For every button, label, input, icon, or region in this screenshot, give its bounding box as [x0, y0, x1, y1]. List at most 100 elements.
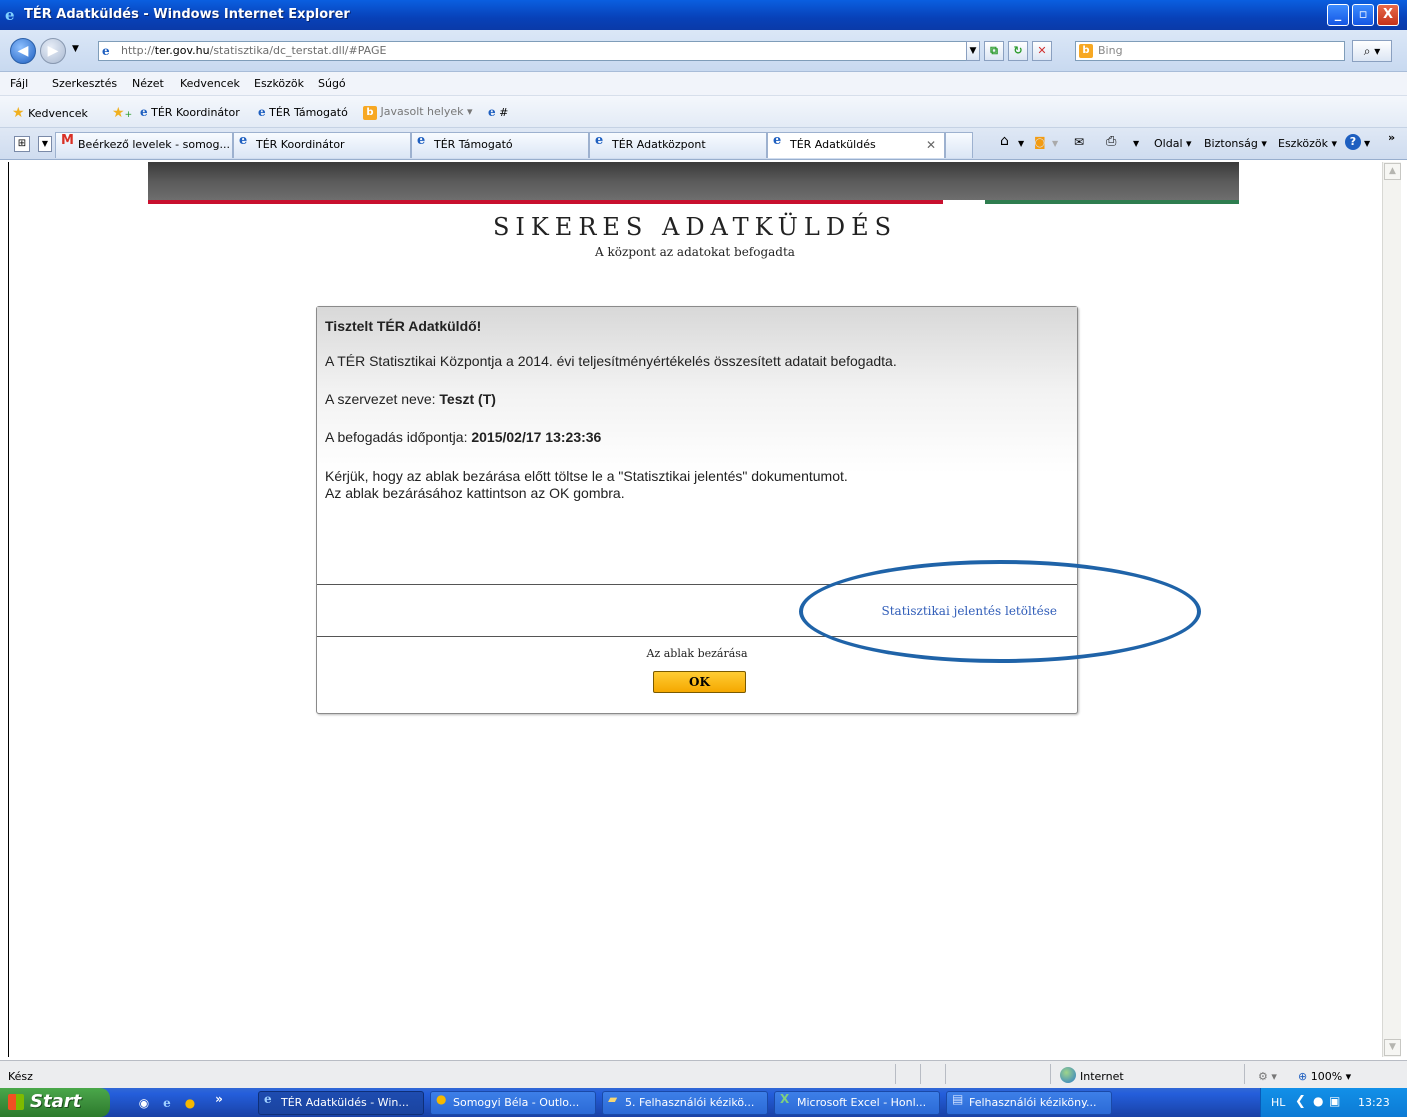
more-tools-chevron-icon[interactable]: »	[1388, 131, 1395, 144]
task-folder[interactable]: ▰ 5. Felhasználói kézikö...	[602, 1091, 768, 1115]
fav-hash[interactable]: e #	[488, 105, 508, 119]
search-button[interactable]: ⌕ ▾	[1352, 40, 1392, 62]
scroll-up-icon[interactable]: ▲	[1384, 163, 1401, 180]
fav-ter-koordinator[interactable]: e TÉR Koordinátor	[140, 105, 240, 119]
ie-page-icon: e	[488, 105, 496, 119]
chrome-icon: ●	[436, 1092, 447, 1106]
recent-pages-dropdown-icon[interactable]: ▼	[72, 44, 79, 54]
menu-tools[interactable]: Eszközök	[254, 77, 304, 90]
back-button[interactable]: ◀	[10, 38, 36, 64]
ie-logo-icon: e	[5, 6, 15, 24]
ie-icon: e	[264, 1092, 272, 1106]
org-label: A szervezet neve:	[325, 391, 440, 407]
maximize-button[interactable]: ▫	[1352, 4, 1374, 26]
feeds-icon[interactable]: ◙	[1034, 135, 1046, 149]
tray-arrow-icon[interactable]: ❮	[1295, 1094, 1306, 1109]
page-menu[interactable]: Oldal ▾	[1154, 137, 1192, 150]
divider	[1050, 1064, 1051, 1084]
quicklaunch-chrome-icon[interactable]: ●	[181, 1094, 199, 1112]
address-toolbar: ◀ ▶ ▼ e http://ter.gov.hu/statisztika/dc…	[0, 30, 1407, 72]
tray-display-icon[interactable]: ▣	[1329, 1094, 1340, 1108]
page-title: SIKERES ADATKÜLDÉS	[492, 213, 898, 241]
fav-suggested-sites[interactable]: b Javasolt helyek ▾	[363, 105, 473, 120]
windows-taskbar: Start ◉ e ● » e TÉR Adatküldés - Win... ●…	[0, 1088, 1407, 1117]
task-outlook[interactable]: ● Somogyi Béla - Outlo...	[430, 1091, 596, 1115]
print-dropdown-icon[interactable]: ▼	[1133, 139, 1139, 148]
address-bar[interactable]: e http://ter.gov.hu/statisztika/dc_terst…	[98, 41, 968, 61]
divider	[895, 1064, 896, 1084]
read-mail-icon[interactable]: ✉	[1074, 135, 1084, 149]
url-path: /statisztika/dc_terstat.dll/#PAGE	[209, 44, 387, 57]
clock: 13:23	[1358, 1096, 1390, 1109]
menu-help[interactable]: Súgó	[318, 77, 346, 90]
home-dropdown-icon[interactable]: ▼	[1018, 139, 1024, 148]
task-excel[interactable]: X Microsoft Excel - Honl...	[774, 1091, 940, 1115]
time-value: 2015/02/17 13:23:36	[471, 429, 602, 445]
minimize-button[interactable]: _	[1327, 4, 1349, 26]
menu-file[interactable]: Fájl	[10, 77, 28, 90]
print-icon[interactable]: ⎙	[1106, 134, 1116, 149]
start-button[interactable]: Start	[0, 1088, 110, 1117]
tab-ter-koordinator[interactable]: e TÉR Koordinátor	[233, 132, 411, 158]
help-dropdown-icon[interactable]: ▼	[1364, 139, 1370, 148]
org-value: Teszt (T)	[439, 391, 496, 407]
flag-stripe-red	[148, 200, 943, 204]
tools-menu[interactable]: Eszközök ▾	[1278, 137, 1337, 150]
flag-stripe-green	[985, 200, 1239, 204]
window-title-bar[interactable]: e TÉR Adatküldés - Windows Internet Expl…	[0, 0, 1407, 30]
add-favorite-icon[interactable]: ★+	[112, 105, 132, 121]
quicklaunch-more-icon[interactable]: »	[210, 1090, 228, 1108]
quicklaunch-ie-icon[interactable]: e	[158, 1094, 176, 1112]
tray-network-icon[interactable]: ●	[1313, 1094, 1323, 1108]
search-input[interactable]: b Bing	[1075, 41, 1345, 61]
task-ie[interactable]: e TÉR Adatküldés - Win...	[258, 1091, 424, 1115]
task-word[interactable]: ▤ Felhasználói kéziköny...	[946, 1091, 1112, 1115]
search-placeholder: Bing	[1098, 44, 1123, 57]
divider	[920, 1064, 921, 1084]
compatibility-view-icon[interactable]: ⧉	[984, 41, 1004, 61]
zoom-control[interactable]: ⊕ 100% ▾	[1298, 1070, 1351, 1083]
language-indicator[interactable]: HL	[1271, 1096, 1285, 1109]
tab-list-dropdown-icon[interactable]: ▼	[38, 136, 52, 152]
menu-favorites[interactable]: Kedvencek	[180, 77, 240, 90]
tab-ter-adatkuldes[interactable]: e TÉR Adatküldés ✕	[767, 132, 945, 158]
message-area: Tisztelt TÉR Adatküldő! A TÉR Statisztik…	[317, 307, 1077, 584]
tab-gmail[interactable]: M Beérkező levelek - somog...	[55, 132, 233, 158]
divider	[1244, 1064, 1245, 1084]
tab-ter-tamogato[interactable]: e TÉR Támogató	[411, 132, 589, 158]
scroll-down-icon[interactable]: ▼	[1384, 1039, 1401, 1056]
protected-mode-icon[interactable]: ⚙ ▾	[1258, 1070, 1277, 1083]
suggested-sites-icon: b	[363, 106, 377, 120]
quick-tabs-icon[interactable]: ⊞	[14, 136, 30, 152]
quicklaunch-settings-icon[interactable]: ◉	[135, 1094, 153, 1112]
menu-bar: Fájl Szerkesztés Nézet Kedvencek Eszközö…	[0, 72, 1407, 96]
tab-label: TÉR Koordinátor	[256, 138, 345, 151]
favorites-label: Kedvencek	[28, 107, 88, 120]
address-dropdown-icon[interactable]: ▼	[966, 41, 980, 61]
home-icon[interactable]: ⌂	[1000, 133, 1009, 149]
forward-button[interactable]: ▶	[40, 38, 66, 64]
ie-page-icon: e	[773, 133, 782, 148]
ok-button[interactable]: OK	[653, 671, 746, 693]
tab-label: TÉR Adatküldés	[790, 138, 876, 151]
instruction-close: Az ablak bezárásához kattintson az OK go…	[325, 485, 625, 501]
tab-ter-adatkozpont[interactable]: e TÉR Adatközpont	[589, 132, 767, 158]
refresh-icon[interactable]: ↻	[1008, 41, 1028, 61]
tab-label: TÉR Adatközpont	[612, 138, 706, 151]
menu-edit[interactable]: Szerkesztés	[52, 77, 117, 90]
close-tab-icon[interactable]: ✕	[926, 133, 936, 157]
favorites-button[interactable]: ★ Kedvencek	[12, 105, 88, 121]
safety-menu[interactable]: Biztonság ▾	[1204, 137, 1267, 150]
excel-icon: X	[780, 1092, 790, 1106]
close-window-button[interactable]: X	[1377, 4, 1399, 26]
vertical-scrollbar[interactable]: ▲ ▼	[1382, 162, 1401, 1057]
annotation-ellipse	[799, 560, 1201, 663]
new-tab-button[interactable]	[945, 132, 973, 158]
document-icon: ▤	[952, 1092, 964, 1106]
time-label: A befogadás időpontja:	[325, 429, 472, 445]
stop-icon[interactable]: ✕	[1032, 41, 1052, 61]
help-icon[interactable]: ?	[1345, 134, 1361, 150]
fav-ter-tamogato[interactable]: e TÉR Támogató	[258, 105, 348, 119]
menu-view[interactable]: Nézet	[132, 77, 164, 90]
instruction-download: Kérjük, hogy az ablak bezárása előtt töl…	[325, 468, 848, 484]
